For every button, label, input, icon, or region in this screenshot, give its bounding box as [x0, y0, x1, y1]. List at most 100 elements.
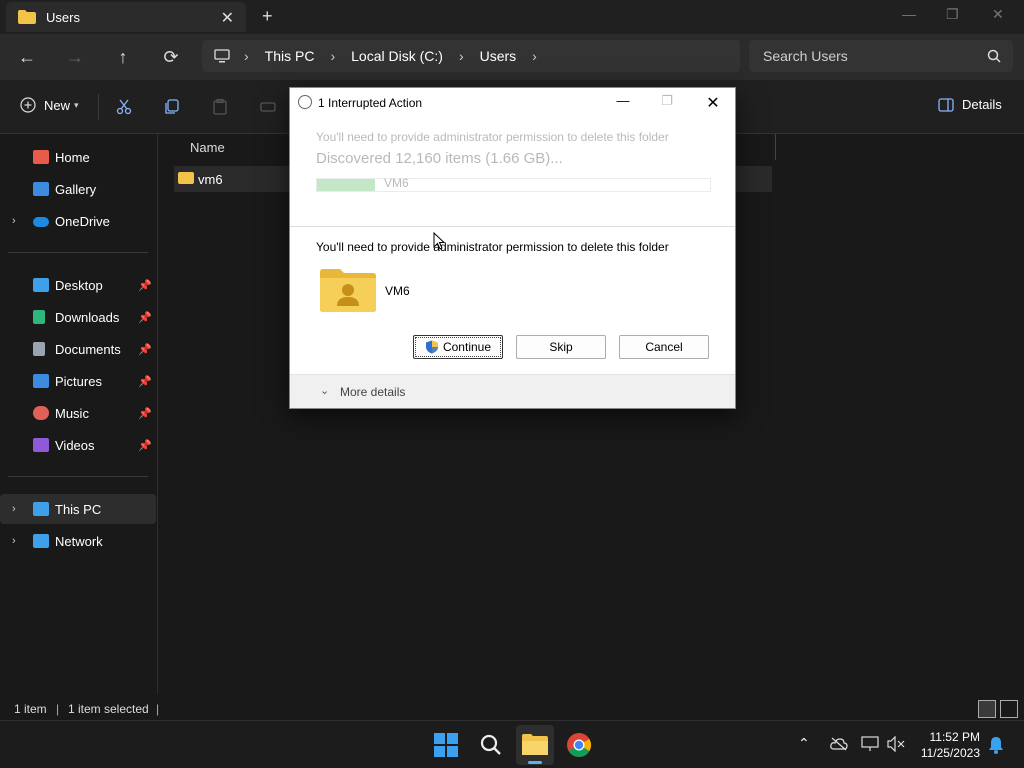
sidebar-item-onedrive[interactable]: › OneDrive — [0, 206, 156, 236]
details-pane-icon — [938, 97, 954, 112]
sidebar-item-videos[interactable]: Videos 📌 — [0, 430, 156, 460]
ghost-folder-name: VM6 — [384, 176, 409, 190]
breadcrumb-separator: › — [532, 48, 537, 64]
status-divider: | — [156, 702, 160, 716]
dialog-message: You'll need to provide administrator per… — [316, 240, 669, 254]
this-pc-icon — [33, 502, 49, 516]
home-icon — [33, 150, 49, 164]
new-button[interactable]: New ▾ — [20, 97, 79, 113]
sidebar-item-music[interactable]: Music 📌 — [0, 398, 156, 428]
dialog-title: 1 Interrupted Action — [318, 96, 423, 110]
restore-button[interactable]: ❐ — [946, 6, 959, 23]
file-explorer-taskbar-button[interactable] — [516, 725, 554, 765]
sidebar-item-gallery[interactable]: Gallery — [0, 174, 156, 204]
dialog-footer: ⌄ More details — [290, 374, 735, 408]
chevron-right-icon[interactable]: › — [12, 215, 16, 227]
title-bar: Users ✕ + — ❐ ✕ — [0, 0, 1024, 34]
search-icon[interactable] — [477, 731, 505, 759]
tiles-view-button[interactable] — [1000, 700, 1018, 718]
chevron-down-icon[interactable]: ⌄ — [320, 384, 329, 397]
pin-icon[interactable]: 📌 — [138, 407, 152, 420]
sidebar-item-network[interactable]: › Network — [0, 526, 156, 556]
sidebar-item-label: Pictures — [55, 373, 102, 389]
column-divider[interactable] — [775, 134, 776, 160]
uac-shield-icon — [425, 340, 438, 354]
search-input[interactable]: Search Users — [749, 40, 1013, 72]
pin-icon[interactable]: 📌 — [138, 375, 152, 388]
close-tab-icon[interactable]: ✕ — [221, 8, 234, 28]
dialog-close-button[interactable]: ✕ — [698, 93, 728, 113]
chevron-up-icon[interactable]: ⌃ — [798, 735, 810, 752]
pin-icon[interactable]: 📌 — [138, 279, 152, 292]
continue-label: Continue — [442, 340, 492, 354]
chrome-icon[interactable] — [565, 731, 593, 759]
breadcrumb-users[interactable]: Users — [480, 48, 517, 64]
dialog-maximize-button[interactable]: ❐ — [652, 93, 682, 109]
display-icon[interactable] — [861, 736, 879, 752]
breadcrumb-this-pc[interactable]: This PC — [265, 48, 315, 64]
sidebar-divider — [8, 252, 148, 253]
details-button[interactable]: Details — [938, 97, 1002, 112]
address-bar[interactable]: › This PC › Local Disk (C:) › Users › — [202, 40, 740, 72]
sidebar-item-label: This PC — [55, 501, 102, 517]
tab-users[interactable]: Users ✕ — [6, 2, 246, 32]
taskbar: ⌃ 11:52 PM 11/25/2023 — [0, 720, 1024, 768]
sidebar-item-home[interactable]: Home — [0, 142, 156, 172]
folder-user-icon — [320, 269, 376, 312]
breadcrumb-separator: › — [458, 48, 464, 64]
minimize-button[interactable]: — — [902, 6, 916, 22]
notification-bell-icon[interactable] — [988, 736, 1004, 754]
volume-muted-icon[interactable] — [887, 736, 905, 752]
dialog-minimize-button[interactable]: — — [608, 93, 638, 108]
clock-date: 11/25/2023 — [920, 746, 980, 760]
sidebar-item-this-pc[interactable]: › This PC — [0, 494, 156, 524]
sidebar-item-documents[interactable]: Documents 📌 — [0, 334, 156, 364]
mouse-cursor-icon — [433, 232, 445, 250]
navigation-pane: Home Gallery › OneDrive Desktop 📌 Downlo… — [0, 134, 158, 694]
sidebar-item-desktop[interactable]: Desktop 📌 — [0, 270, 156, 300]
new-tab-button[interactable]: + — [262, 6, 273, 27]
cut-icon[interactable] — [116, 99, 132, 115]
music-icon — [33, 406, 49, 420]
file-explorer-icon — [522, 734, 548, 755]
folder-name: VM6 — [385, 284, 410, 298]
onedrive-icon — [33, 217, 49, 227]
column-header-name[interactable]: Name — [190, 140, 225, 155]
pin-icon[interactable]: 📌 — [138, 343, 152, 356]
pin-icon[interactable]: 📌 — [138, 439, 152, 452]
continue-button[interactable]: Continue — [413, 335, 503, 359]
copy-icon[interactable] — [164, 99, 180, 115]
refresh-button[interactable]: ⟳ — [157, 44, 185, 70]
sidebar-item-pictures[interactable]: Pictures 📌 — [0, 366, 156, 396]
selection-count: 1 item selected — [68, 702, 149, 716]
sidebar-item-label: Documents — [55, 341, 121, 357]
breadcrumb-local-disk[interactable]: Local Disk (C:) — [351, 48, 443, 64]
sidebar-item-label: Downloads — [55, 309, 120, 325]
cancel-button[interactable]: Cancel — [619, 335, 709, 359]
chevron-right-icon[interactable]: › — [12, 503, 16, 515]
videos-icon — [33, 438, 49, 452]
rename-icon[interactable] — [260, 99, 276, 115]
back-button[interactable]: ← — [13, 44, 41, 70]
ghost-message: You'll need to provide administrator per… — [316, 130, 669, 144]
up-button[interactable]: ↑ — [109, 44, 137, 70]
pin-icon[interactable]: 📌 — [138, 311, 152, 324]
details-view-button[interactable] — [978, 700, 996, 718]
sidebar-item-label: Network — [55, 533, 103, 549]
breadcrumb-separator: › — [330, 48, 336, 64]
interrupted-action-dialog: 1 Interrupted Action — ❐ ✕ You'll need t… — [289, 87, 736, 409]
sidebar-divider — [8, 476, 148, 477]
close-window-button[interactable]: ✕ — [992, 6, 1004, 23]
clock-icon — [298, 95, 312, 109]
navigation-bar: ← → ↑ ⟳ › This PC › Local Disk (C:) › Us… — [0, 34, 1024, 80]
sidebar-item-downloads[interactable]: Downloads 📌 — [0, 302, 156, 332]
more-details-toggle[interactable]: More details — [340, 385, 405, 399]
forward-button[interactable]: → — [61, 44, 89, 70]
clock[interactable]: 11:52 PM 11/25/2023 — [921, 729, 980, 761]
item-count: 1 item — [14, 702, 47, 716]
chevron-right-icon[interactable]: › — [12, 535, 16, 547]
cloud-offline-icon[interactable] — [830, 737, 848, 751]
paste-icon[interactable] — [212, 99, 228, 115]
start-icon[interactable] — [432, 731, 460, 759]
skip-button[interactable]: Skip — [516, 335, 606, 359]
